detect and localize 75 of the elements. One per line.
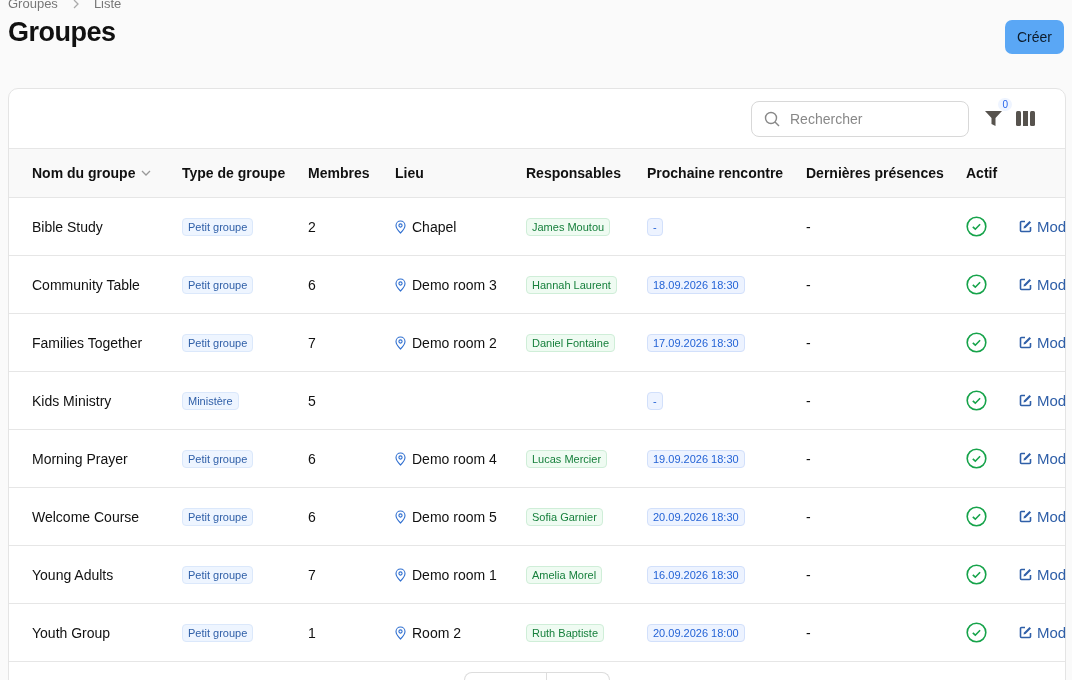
column-header: Membres	[308, 165, 370, 181]
leader-tag: Ruth Baptiste	[526, 623, 605, 642]
group-name: Young Adults	[32, 566, 115, 583]
member-count: 7	[308, 566, 317, 583]
edit-link[interactable]: Mod	[1019, 508, 1067, 525]
leader-tag: Amelia Morel	[526, 565, 603, 584]
next-meeting-tag: 20.09.2026 18:30	[647, 507, 745, 526]
group-type-tag: Petit groupe	[182, 449, 254, 468]
edit-link[interactable]: Mod	[1019, 566, 1067, 583]
column-header: Lieu	[395, 165, 424, 181]
column-header: Dernières présences	[806, 165, 944, 181]
search-box[interactable]: Rechercher	[751, 100, 969, 137]
member-count: 5	[308, 392, 317, 409]
place-text: Demo room 3	[412, 276, 497, 293]
group-name: Bible Study	[32, 218, 104, 235]
column-header: Prochaine rencontre	[647, 165, 784, 181]
next-meeting-tag: -	[647, 217, 663, 236]
last-attendance: -	[806, 450, 812, 467]
group-name: Families Together	[32, 334, 144, 351]
edit-link[interactable]: Mod	[1019, 392, 1067, 409]
last-attendance: -	[806, 508, 812, 525]
group-type-tag: Petit groupe	[182, 275, 254, 294]
leader-tag: James Moutou	[526, 217, 611, 236]
group-name: Morning Prayer	[32, 450, 129, 467]
member-count: 6	[308, 276, 317, 293]
place-text: Demo room 4	[412, 450, 497, 467]
create-button[interactable]: Créer	[1005, 20, 1064, 54]
member-count: 1	[308, 624, 317, 641]
leader-tag: Daniel Fontaine	[526, 333, 616, 352]
leader-tag: Lucas Mercier	[526, 449, 608, 468]
leader-tag: Sofia Garnier	[526, 507, 603, 526]
last-attendance: -	[806, 334, 812, 351]
place-text: Chapel	[412, 218, 457, 235]
edit-link[interactable]: Mod	[1019, 334, 1067, 351]
next-meeting-tag: 16.09.2026 18:30	[647, 565, 745, 584]
last-attendance: -	[806, 392, 812, 409]
next-meeting-tag: -	[647, 391, 663, 410]
next-meeting-tag: 19.09.2026 18:30	[647, 449, 745, 468]
column-header[interactable]: Nom du groupe	[32, 165, 152, 181]
member-count: 7	[308, 334, 317, 351]
group-type-tag: Petit groupe	[182, 623, 254, 642]
column-header: Actif	[966, 165, 998, 181]
edit-link[interactable]: Mod	[1019, 218, 1067, 235]
edit-link[interactable]: Mod	[1019, 624, 1067, 641]
place-text: Room 2	[412, 624, 462, 641]
group-type-tag: Petit groupe	[182, 565, 254, 584]
member-count: 6	[308, 508, 317, 525]
group-type-tag: Petit groupe	[182, 217, 254, 236]
edit-link[interactable]: Mod	[1019, 450, 1067, 467]
filter-count-badge: 0	[998, 98, 1012, 111]
group-type-tag: Petit groupe	[182, 507, 254, 526]
leader-tag: Hannah Laurent	[526, 275, 617, 294]
last-attendance: -	[806, 218, 812, 235]
member-count: 2	[308, 218, 317, 235]
group-name: Kids Ministry	[32, 392, 113, 409]
search-field[interactable]: Rechercher	[788, 109, 942, 128]
group-type-tag: Ministère	[182, 391, 239, 410]
column-header: Type de groupe	[182, 165, 286, 181]
place-text: Demo room 5	[412, 508, 497, 525]
page-title: Groupes	[8, 17, 117, 48]
last-attendance: -	[806, 276, 812, 293]
next-meeting-tag: 18.09.2026 18:30	[647, 275, 745, 294]
last-attendance: -	[806, 566, 812, 583]
next-meeting-tag: 20.09.2026 18:00	[647, 623, 745, 642]
group-name: Community Table	[32, 276, 141, 293]
place-text: Demo room 2	[412, 334, 497, 351]
column-header: Responsables	[526, 165, 621, 181]
place-text: Demo room 1	[412, 566, 497, 583]
next-meeting-tag: 17.09.2026 18:30	[647, 333, 745, 352]
edit-link[interactable]: Mod	[1019, 276, 1067, 293]
group-name: Youth Group	[32, 624, 112, 641]
member-count: 6	[308, 450, 317, 467]
last-attendance: -	[806, 624, 812, 641]
group-name: Welcome Course	[32, 508, 141, 525]
group-type-tag: Petit groupe	[182, 333, 254, 352]
